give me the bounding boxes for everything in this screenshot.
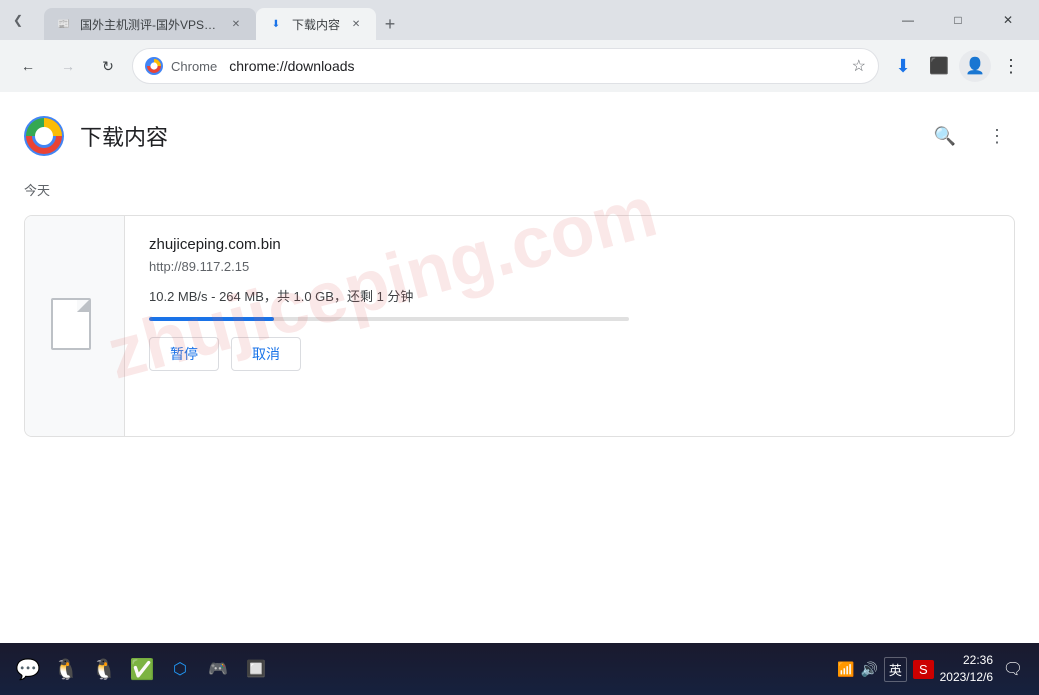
omnibox[interactable]: Chrome chrome://downloads ☆ <box>132 48 879 84</box>
taskbar: 💬 🐧 🐧 ✅ ⬡ 🎮 🔲 📶 🔊 英 S 22:36 2023/12/6 🗨 <box>0 643 1039 695</box>
chrome-label: Chrome <box>171 59 217 74</box>
downloads-header: 下载内容 🔍 ⋮ <box>0 92 1039 172</box>
window-back-chevron[interactable]: ❮ <box>6 8 30 32</box>
downloads-icon[interactable]: ⬇ <box>887 50 919 82</box>
taskbar-datetime: 22:36 2023/12/6 <box>940 652 993 686</box>
taskbar-time-text: 22:36 <box>940 652 993 669</box>
taskbar-lang-label[interactable]: 英 <box>884 657 907 682</box>
download-url: http://89.117.2.15 <box>149 259 990 274</box>
taskbar-date-text: 2023/12/6 <box>940 669 993 686</box>
download-icon-area <box>25 216 125 436</box>
chrome-logo-large <box>24 116 64 156</box>
taskbar-icon-bluetooth[interactable]: ⬡ <box>164 653 196 685</box>
bookmark-star-icon[interactable]: ☆ <box>852 56 866 76</box>
download-info: zhujiceping.com.bin http://89.117.2.15 1… <box>125 216 1014 436</box>
progress-bar-background <box>149 317 629 321</box>
new-tab-button[interactable]: + <box>376 10 404 38</box>
pause-button[interactable]: 暂停 <box>149 337 219 371</box>
extensions-icon[interactable]: ⬛ <box>923 50 955 82</box>
taskbar-wifi-icon[interactable]: 📶 <box>837 661 854 678</box>
progress-bar-fill <box>149 317 274 321</box>
close-button[interactable]: ✕ <box>985 4 1031 36</box>
tab-label-1: 国外主机测评-国外VPS，国... <box>80 16 220 33</box>
section-today-label: 今天 <box>0 172 1039 207</box>
page-content: zhujiceping.com 下载内容 🔍 ⋮ 今天 zhujicepin <box>0 92 1039 643</box>
tab-label-2: 下载内容 <box>292 16 340 33</box>
taskbar-input-icon[interactable]: S <box>913 660 934 679</box>
taskbar-icon-qq1[interactable]: 🐧 <box>50 653 82 685</box>
back-button[interactable]: ← <box>12 50 44 82</box>
taskbar-icon-wechat[interactable]: 💬 <box>12 653 44 685</box>
navbar: ← → ↻ Chrome chrome://downloads ☆ ⬇ ⬛ 👤 … <box>0 40 1039 92</box>
window-controls: — □ ✕ <box>877 0 1039 40</box>
download-actions: 暂停 取消 <box>149 337 990 371</box>
reload-button[interactable]: ↻ <box>92 50 124 82</box>
tab-favicon-1: 📰 <box>56 16 72 32</box>
taskbar-icon-qq2[interactable]: 🐧 <box>88 653 120 685</box>
tab-strip: 📰 国外主机测评-国外VPS，国... ✕ ⬇ 下载内容 ✕ + <box>36 0 877 40</box>
notification-icon[interactable]: 🗨 <box>999 655 1027 683</box>
minimize-button[interactable]: — <box>885 4 931 36</box>
title-bar: ❮ 📰 国外主机测评-国外VPS，国... ✕ ⬇ 下载内容 ✕ + — □ ✕ <box>0 0 1039 40</box>
taskbar-status-icons: 📶 🔊 英 S 22:36 2023/12/6 🗨 <box>837 652 1027 686</box>
page-title: 下载内容 <box>80 120 168 152</box>
menu-icon[interactable]: ⋮ <box>995 50 1027 82</box>
download-card: zhujiceping.com.bin http://89.117.2.15 1… <box>24 215 1015 437</box>
search-button[interactable]: 🔍 <box>927 118 963 154</box>
forward-button[interactable]: → <box>52 50 84 82</box>
download-status: 10.2 MB/s - 264 MB，共 1.0 GB，还剩 1 分钟 <box>149 286 990 305</box>
more-menu-button[interactable]: ⋮ <box>979 118 1015 154</box>
profile-icon[interactable]: 👤 <box>959 50 991 82</box>
toolbar-icons: ⬇ ⬛ 👤 ⋮ <box>887 50 1027 82</box>
taskbar-icon-nvidia[interactable]: 🎮 <box>202 653 234 685</box>
tab-active-2[interactable]: ⬇ 下载内容 ✕ <box>256 8 376 40</box>
tab-close-1[interactable]: ✕ <box>228 16 244 32</box>
cancel-button[interactable]: 取消 <box>231 337 301 371</box>
tab-inactive-1[interactable]: 📰 国外主机测评-国外VPS，国... ✕ <box>44 8 256 40</box>
taskbar-app-icons: 💬 🐧 🐧 ✅ ⬡ 🎮 🔲 <box>12 653 829 685</box>
maximize-button[interactable]: □ <box>935 4 981 36</box>
taskbar-icon-check[interactable]: ✅ <box>126 653 158 685</box>
taskbar-volume-icon[interactable]: 🔊 <box>860 661 877 678</box>
download-filename: zhujiceping.com.bin <box>149 236 990 253</box>
taskbar-icon-display[interactable]: 🔲 <box>240 653 272 685</box>
tab-favicon-2: ⬇ <box>268 16 284 32</box>
file-icon <box>51 298 99 354</box>
chrome-logo <box>145 57 163 75</box>
url-text: chrome://downloads <box>229 58 843 74</box>
tab-close-2[interactable]: ✕ <box>348 16 364 32</box>
